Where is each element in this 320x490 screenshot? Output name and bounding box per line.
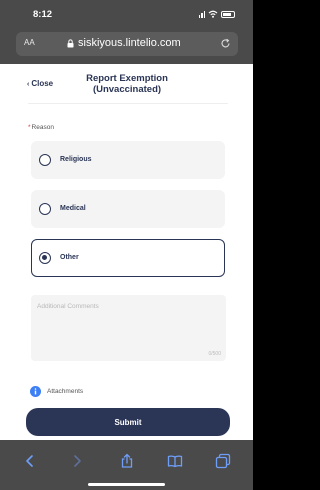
tabs-icon[interactable] [215,453,231,469]
home-indicator [88,483,165,486]
page-title: Report Exemption (Unvaccinated) [82,73,172,95]
forward-icon[interactable] [69,453,85,469]
address-bar[interactable]: AA siskiyous.lintelio.com [16,32,238,56]
chevron-left-icon: ‹ [27,81,30,88]
option-label: Other [60,254,79,261]
info-icon[interactable] [30,386,41,397]
comments-box: 0/500 [31,295,226,361]
signal-icon [198,10,205,18]
radio-other[interactable] [39,252,51,264]
comments-input[interactable] [31,295,226,361]
option-other[interactable]: Other [31,239,225,277]
text-size-button[interactable]: AA [24,38,35,47]
lock-icon [67,39,74,48]
option-label: Medical [60,205,86,212]
radio-religious[interactable] [39,154,51,166]
app-frame: 8:12 AA siskiyous.lintelio.com ‹ Close R… [0,0,253,490]
back-icon[interactable] [22,453,38,469]
required-marker: * [28,124,31,131]
reason-label: *Reason [28,124,54,131]
status-time: 8:12 [33,9,53,20]
reason-label-text: Reason [31,124,54,131]
url-text: siskiyous.lintelio.com [78,37,181,49]
reload-icon[interactable] [220,38,231,49]
submit-button[interactable]: Submit [26,408,230,436]
header-divider [28,103,228,104]
char-count: 0/500 [208,351,221,357]
attachments-label: Attachments [47,388,84,395]
option-label: Religious [60,156,92,163]
wifi-icon [208,10,218,18]
close-button[interactable]: ‹ Close [27,79,53,88]
share-icon[interactable] [119,453,135,469]
radio-medical[interactable] [39,203,51,215]
status-icons [198,9,235,19]
option-religious[interactable]: Religious [31,141,225,179]
radio-selected-dot [42,255,47,260]
close-label: Close [31,79,54,88]
title-line-1: Report Exemption [86,73,168,84]
attachments-row[interactable]: Attachments [30,386,83,397]
title-line-2: (Unvaccinated) [92,84,162,95]
option-medical[interactable]: Medical [31,190,225,228]
browser-top-bar: 8:12 AA siskiyous.lintelio.com [0,0,253,64]
battery-icon [221,10,235,18]
bookmarks-icon[interactable] [167,453,183,469]
